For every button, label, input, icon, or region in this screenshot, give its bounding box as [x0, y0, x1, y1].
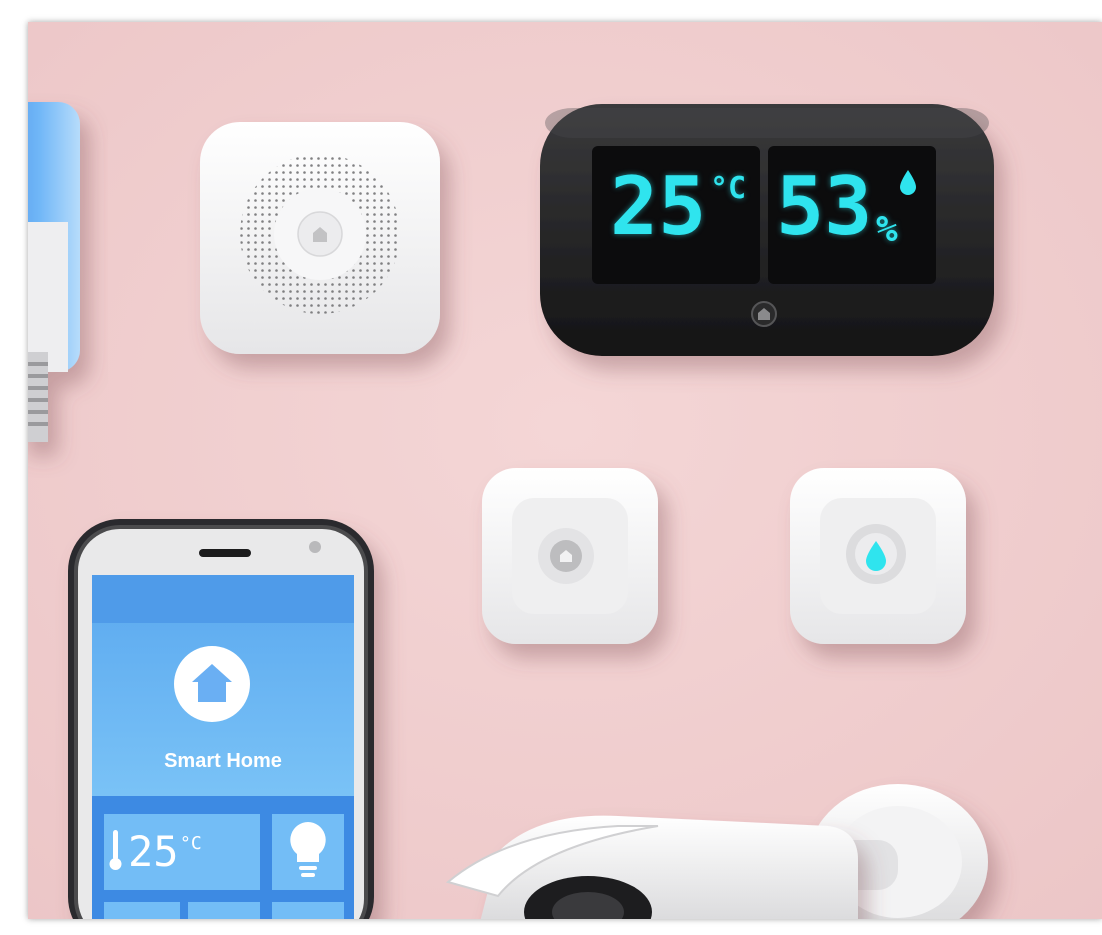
smart-home-devices-photo: 25 °C 53 % Smart Home 25 °C	[28, 22, 1102, 919]
water-leak-sensor	[790, 468, 966, 644]
tile-temperature-unit: °C	[180, 833, 202, 854]
temperature-unit: °C	[710, 171, 747, 206]
humidity-value: 53	[776, 160, 873, 253]
humidity-unit: %	[876, 209, 898, 250]
tile-temperature-value: 25	[128, 827, 179, 876]
app-title: Smart Home	[164, 750, 282, 772]
thermo-hygrometer-display	[540, 104, 994, 356]
earpiece	[199, 549, 251, 557]
temperature-value: 25	[610, 160, 707, 253]
photo-frame: 25 °C 53 % Smart Home 25 °C	[0, 0, 1102, 935]
motion-sensor	[482, 468, 658, 644]
speaker-hub	[200, 122, 440, 354]
smartphone	[68, 519, 374, 919]
scene-illustration	[28, 22, 1102, 919]
front-camera	[309, 541, 321, 553]
